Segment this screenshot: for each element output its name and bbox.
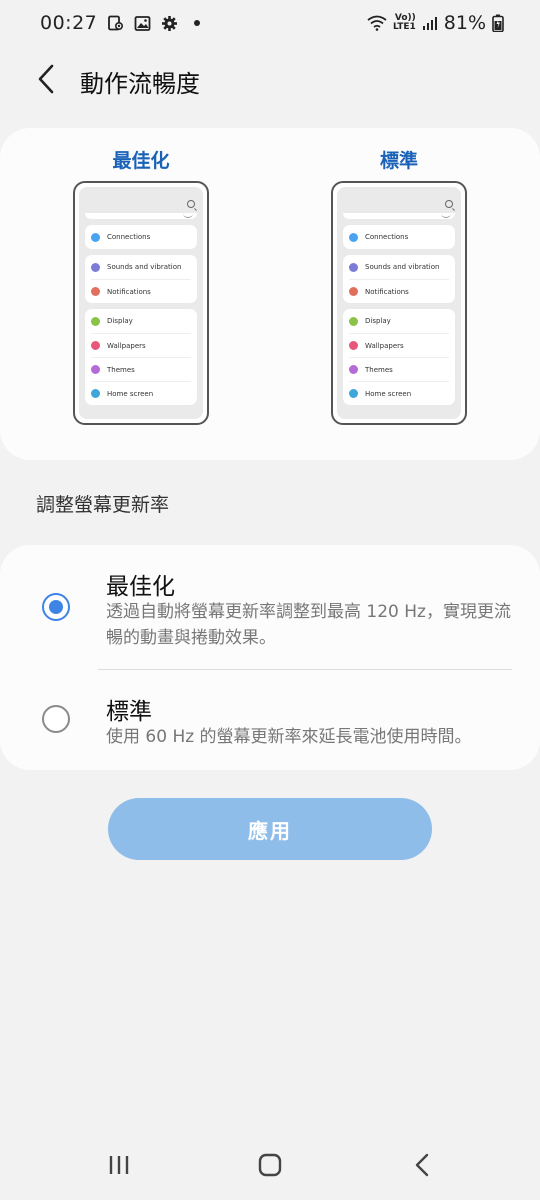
battery-percent: 81%: [443, 12, 486, 34]
mock-item: Wallpapers: [349, 333, 449, 357]
apply-button[interactable]: 應用: [108, 798, 432, 860]
wifi-icon: [349, 232, 358, 242]
mock-item: Sounds and vibration: [349, 255, 449, 279]
phone-screen: Connections Sounds and vibration Notific…: [337, 187, 461, 419]
page-title: 動作流暢度: [80, 70, 200, 98]
phone-screen: Connections Sounds and vibration Notific…: [79, 187, 203, 419]
mock-item: Connections: [91, 225, 191, 249]
section-label: 調整螢幕更新率: [36, 494, 170, 516]
radio-standard[interactable]: [42, 705, 70, 733]
mock-item: Notifications: [91, 279, 191, 303]
home-screen-icon: [349, 389, 358, 398]
preview-card: 最佳化 Connections Sounds and vibration Not…: [0, 128, 540, 460]
home-icon: [258, 1153, 282, 1177]
app-header: 動作流暢度: [0, 50, 540, 110]
status-right: Vo)) LTE1 81%: [367, 12, 504, 34]
wallpaper-icon: [91, 341, 100, 350]
notification-icon: [349, 287, 358, 296]
refresh-rate-options: 最佳化 透過自動將螢幕更新率調整到最高 120 Hz，實現更流暢的動畫與捲動效果…: [0, 545, 540, 770]
notification-icon: [91, 287, 100, 296]
search-icon: [187, 200, 195, 208]
home-button[interactable]: [250, 1150, 290, 1180]
themes-icon: [91, 365, 100, 374]
network-label: Vo)) LTE1: [393, 14, 416, 32]
mock-item: Connections: [349, 225, 449, 249]
mock-item: Themes: [349, 357, 449, 381]
option-optimized-title: 最佳化: [106, 574, 175, 600]
settings-gear-icon: [161, 15, 178, 32]
wifi-icon: [367, 15, 387, 31]
recent-apps-button[interactable]: [99, 1150, 139, 1180]
lte-label: LTE1: [392, 22, 416, 32]
mock-item: Home screen: [349, 381, 449, 405]
wallpaper-icon: [349, 341, 358, 350]
display-icon: [349, 316, 358, 326]
option-standard[interactable]: 標準 使用 60 Hz 的螢幕更新率來延長電池使用時間。: [0, 670, 540, 770]
preview-standard-label: 標準: [379, 150, 418, 172]
mock-item: Home screen: [91, 381, 191, 405]
nav-back-button[interactable]: [402, 1150, 442, 1180]
display-icon: [91, 316, 100, 326]
back-arrow-icon: [38, 64, 54, 94]
phone-mockup-optimized: Connections Sounds and vibration Notific…: [73, 181, 209, 425]
status-left: 00:27: [40, 12, 201, 34]
option-standard-desc: 使用 60 Hz 的螢幕更新率來延長電池使用時間。: [106, 727, 472, 747]
option-standard-title: 標準: [106, 699, 152, 725]
navigation-bar: [0, 1134, 540, 1200]
mock-item: Display: [349, 309, 449, 333]
radio-optimized[interactable]: [42, 593, 70, 621]
screen-recorder-icon: [107, 15, 124, 32]
preview-optimized-label: 最佳化: [112, 150, 170, 172]
battery-charging-icon: [492, 14, 504, 32]
mock-item: Notifications: [349, 279, 449, 303]
phone-mockup-standard: Connections Sounds and vibration Notific…: [331, 181, 467, 425]
recent-apps-icon: [109, 1156, 129, 1174]
home-screen-icon: [91, 389, 100, 398]
back-button[interactable]: [30, 62, 62, 96]
wifi-icon: [91, 232, 100, 242]
option-optimized[interactable]: 最佳化 透過自動將螢幕更新率調整到最高 120 Hz，實現更流暢的動畫與捲動效果…: [0, 545, 540, 669]
status-bar: 00:27 Vo)) LTE1 81%: [0, 0, 540, 46]
mock-item: Themes: [91, 357, 191, 381]
mock-item: Wallpapers: [91, 333, 191, 357]
signal-icon: [422, 16, 438, 31]
mock-item: Display: [91, 309, 191, 333]
nav-back-icon: [415, 1153, 429, 1177]
search-icon: [445, 200, 453, 208]
notification-dot-icon: [194, 20, 201, 26]
option-optimized-desc: 透過自動將螢幕更新率調整到最高 120 Hz，實現更流暢的動畫與捲動效果。: [106, 602, 511, 648]
status-time: 00:27: [40, 12, 98, 34]
mock-item: Sounds and vibration: [91, 255, 191, 279]
sound-icon: [349, 262, 358, 272]
themes-icon: [349, 365, 358, 374]
gallery-icon: [134, 15, 151, 32]
sound-icon: [91, 262, 100, 272]
